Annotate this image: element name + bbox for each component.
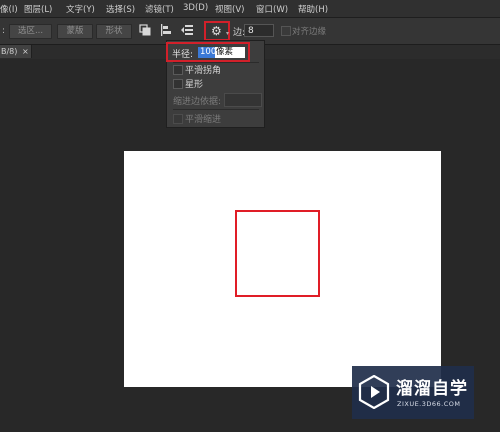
logo-icon bbox=[358, 375, 390, 409]
align-edges-checkbox[interactable] bbox=[281, 26, 291, 36]
divider bbox=[173, 109, 259, 110]
geometry-options-button[interactable]: ⚙ ▾ bbox=[204, 21, 230, 41]
close-icon[interactable]: × bbox=[22, 45, 29, 58]
menu-bar: 像(I) 图层(L) 文字(Y) 选择(S) 滤镜(T) 3D(D) 视图(V)… bbox=[0, 0, 500, 18]
sides-input[interactable]: 8 bbox=[244, 24, 274, 37]
smooth-indents-checkbox[interactable] bbox=[173, 114, 183, 124]
document-tab[interactable]: B/8) × bbox=[0, 45, 32, 58]
caret-down-icon: ▾ bbox=[226, 30, 230, 37]
watermark-url: ZIXUE.3D66.COM bbox=[397, 400, 461, 408]
watermark-title: 溜溜自学 bbox=[396, 379, 468, 399]
watermark: 溜溜自学 ZIXUE.3D66.COM bbox=[352, 366, 474, 419]
star-label: 星形 bbox=[185, 80, 204, 90]
radius-label: 半径: bbox=[172, 50, 194, 60]
align-edges-label: 对齐边缘 bbox=[292, 27, 327, 37]
path-alignment-icon[interactable] bbox=[159, 23, 173, 37]
shape-button[interactable]: 形状 bbox=[96, 24, 132, 39]
document-canvas[interactable] bbox=[124, 151, 441, 387]
star-checkbox[interactable] bbox=[173, 79, 183, 89]
smooth-indents-label: 平滑缩进 bbox=[185, 115, 222, 125]
menu-layer[interactable]: 图层(L) bbox=[24, 3, 52, 15]
path-arrangement-icon[interactable] bbox=[180, 23, 194, 37]
gear-icon: ⚙ bbox=[211, 24, 222, 38]
indent-sides-input[interactable] bbox=[224, 93, 262, 107]
red-rectangle-shape[interactable] bbox=[235, 210, 320, 297]
menu-image[interactable]: 像(I) bbox=[0, 3, 18, 15]
menu-help[interactable]: 帮助(H) bbox=[298, 3, 328, 15]
menu-window[interactable]: 窗口(W) bbox=[256, 3, 288, 15]
radius-unit: 像素 bbox=[215, 47, 245, 58]
path-operations-icon[interactable] bbox=[138, 23, 152, 37]
menu-3d[interactable]: 3D(D) bbox=[183, 3, 208, 13]
select-subject-button[interactable]: 选区... bbox=[9, 24, 52, 39]
indent-sides-label: 缩进边依据: bbox=[173, 97, 222, 107]
menu-filter[interactable]: 滤镜(T) bbox=[145, 3, 174, 15]
smooth-corners-label: 平滑拐角 bbox=[185, 66, 222, 76]
geometry-options-panel: 半径: 100 像素 平滑拐角 星形 缩进边依据: 平滑缩进 bbox=[166, 40, 265, 128]
menu-select[interactable]: 选择(S) bbox=[106, 3, 135, 15]
smooth-corners-checkbox[interactable] bbox=[173, 65, 183, 75]
menu-type[interactable]: 文字(Y) bbox=[66, 3, 95, 15]
options-colon: : bbox=[2, 26, 6, 36]
mask-button[interactable]: 蒙版 bbox=[57, 24, 93, 39]
document-tab-label: B/8) bbox=[1, 47, 18, 56]
radius-row: 半径: 100 像素 bbox=[166, 42, 250, 62]
menu-view[interactable]: 视图(V) bbox=[215, 3, 244, 15]
